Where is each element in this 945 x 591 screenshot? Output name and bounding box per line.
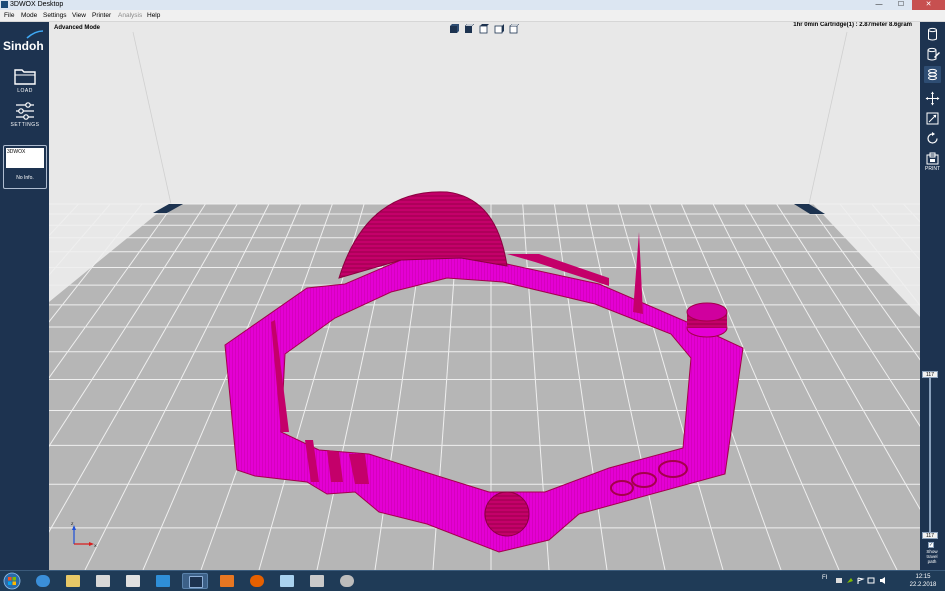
taskbar-app-7[interactable] xyxy=(214,573,240,589)
3d-viewport[interactable]: Advanced Mode 1hr 0min Cartridge(1) : 2.… xyxy=(49,22,920,570)
taskbar-ie[interactable] xyxy=(30,573,56,589)
system-clock[interactable]: 12:15 22.2.2018 xyxy=(905,573,941,589)
menu-printer[interactable]: Printer xyxy=(92,10,111,21)
printer-name: 3DWOX xyxy=(6,148,44,168)
taskbar-firefox[interactable] xyxy=(244,573,270,589)
layer-slider-bottom-handle[interactable]: 117 xyxy=(922,532,938,539)
travel-label-3: path xyxy=(927,559,937,564)
menu-view[interactable]: View xyxy=(72,10,86,21)
taskbar-app-5[interactable] xyxy=(150,573,176,589)
cartridge-button[interactable] xyxy=(924,26,941,43)
axis-x-label: X xyxy=(94,543,97,548)
travel-path-checkbox[interactable]: ✓ xyxy=(928,542,934,548)
app-window-icon xyxy=(280,575,294,587)
view-cube-front-icon[interactable] xyxy=(464,24,474,34)
menu-help[interactable]: Help xyxy=(147,10,160,21)
help-app-icon xyxy=(310,575,324,587)
scale-icon xyxy=(926,112,939,125)
tray-window-icon xyxy=(836,578,842,583)
print-estimate: 1hr 0min Cartridge(1) : 2.87meter 8.6gra… xyxy=(793,22,912,28)
move-icon xyxy=(925,91,940,106)
menu-mode[interactable]: Mode xyxy=(21,10,37,21)
firefox-icon xyxy=(250,575,264,587)
printer-card[interactable]: 3DWOX No Info. xyxy=(3,145,47,189)
maximize-button[interactable]: ☐ xyxy=(890,0,912,10)
cylinder-edit-icon xyxy=(927,47,940,61)
menu-analysis[interactable]: Analysis xyxy=(118,10,142,21)
minimize-icon: — xyxy=(875,1,883,8)
load-button[interactable]: LOAD xyxy=(6,67,44,97)
tray-language[interactable]: FI xyxy=(822,575,827,581)
folder-icon xyxy=(14,69,36,85)
mode-label: Advanced Mode xyxy=(54,25,101,31)
ie-icon xyxy=(36,575,50,587)
layers-icon xyxy=(928,68,937,81)
info-app-icon xyxy=(126,575,140,587)
rotate-icon xyxy=(927,132,938,144)
app-icon xyxy=(1,1,8,8)
sliders-icon xyxy=(16,102,34,120)
close-button[interactable]: ✕ xyxy=(912,0,945,10)
taskbar-3dwox[interactable] xyxy=(182,573,208,589)
move-button[interactable] xyxy=(924,90,941,107)
view-cube-toolbar xyxy=(449,24,524,36)
print-button[interactable]: PRINT xyxy=(924,152,941,174)
view-cube-iso-icon[interactable] xyxy=(449,24,459,34)
taskbar-app-4[interactable] xyxy=(120,573,146,589)
minimize-button[interactable]: — xyxy=(868,0,890,10)
app-orange-icon xyxy=(220,575,234,587)
printer-icon xyxy=(926,152,939,165)
taskbar-app-3[interactable] xyxy=(90,573,116,589)
taskbar-app-9[interactable] xyxy=(274,573,300,589)
taskbar: FI 12:15 22.2.2018 xyxy=(0,570,945,591)
scene-canvas[interactable] xyxy=(49,22,920,570)
brand-logo: Sindoh xyxy=(3,39,44,53)
axis-z-label: Z xyxy=(71,522,74,526)
taskbar-app-11[interactable] xyxy=(334,573,360,589)
menu-file[interactable]: File xyxy=(4,10,14,21)
close-icon: ✕ xyxy=(925,1,932,8)
3dwox-app-icon xyxy=(189,576,203,588)
printer-info: No Info. xyxy=(16,175,34,181)
left-sidebar: Sindoh LOAD SETTINGS 3DWOX No Info. xyxy=(0,22,49,570)
cylinder-icon xyxy=(928,27,937,41)
taskbar-app-10[interactable] xyxy=(304,573,330,589)
load-label: LOAD xyxy=(17,88,33,94)
tray-action-center-icon xyxy=(857,577,865,584)
window-title: 3DWOX Desktop xyxy=(10,1,64,8)
settings-button[interactable]: SETTINGS xyxy=(6,102,44,130)
layer-slider-track[interactable] xyxy=(929,376,931,533)
layer-slider-top-handle[interactable]: 117 xyxy=(922,371,938,378)
clock-date: 22.2.2018 xyxy=(909,582,937,588)
brand-swoosh-icon xyxy=(26,30,44,39)
clock-time: 12:15 xyxy=(915,574,931,580)
settings-label: SETTINGS xyxy=(10,122,40,128)
start-button[interactable] xyxy=(1,572,23,590)
axis-indicator: Z X xyxy=(71,522,97,548)
print-label: PRINT xyxy=(925,166,940,172)
scale-button[interactable] xyxy=(924,110,941,127)
menu-settings[interactable]: Settings xyxy=(43,10,67,21)
maximize-icon: ☐ xyxy=(897,1,905,8)
menu-bar: File Mode Settings View Printer Analysis… xyxy=(0,10,945,22)
view-cube-top-icon[interactable] xyxy=(479,24,489,34)
right-toolbar: PRINT xyxy=(920,22,945,570)
tray-network-icon xyxy=(867,577,875,584)
taskbar-explorer[interactable] xyxy=(60,573,86,589)
folder-app-icon xyxy=(66,575,80,587)
cartridge-edit-button[interactable] xyxy=(924,46,941,63)
app-c-icon xyxy=(96,575,110,587)
layer-view-button[interactable] xyxy=(924,66,941,83)
view-cube-right-icon[interactable] xyxy=(509,24,519,34)
tray-volume-icon xyxy=(880,577,885,584)
tray-flag-icon xyxy=(847,578,853,583)
tray-icons[interactable] xyxy=(834,576,902,585)
rotate-button[interactable] xyxy=(924,130,941,147)
app-disc-icon xyxy=(340,575,354,587)
app-blue-icon xyxy=(156,575,170,587)
view-cube-left-icon[interactable] xyxy=(494,24,504,34)
